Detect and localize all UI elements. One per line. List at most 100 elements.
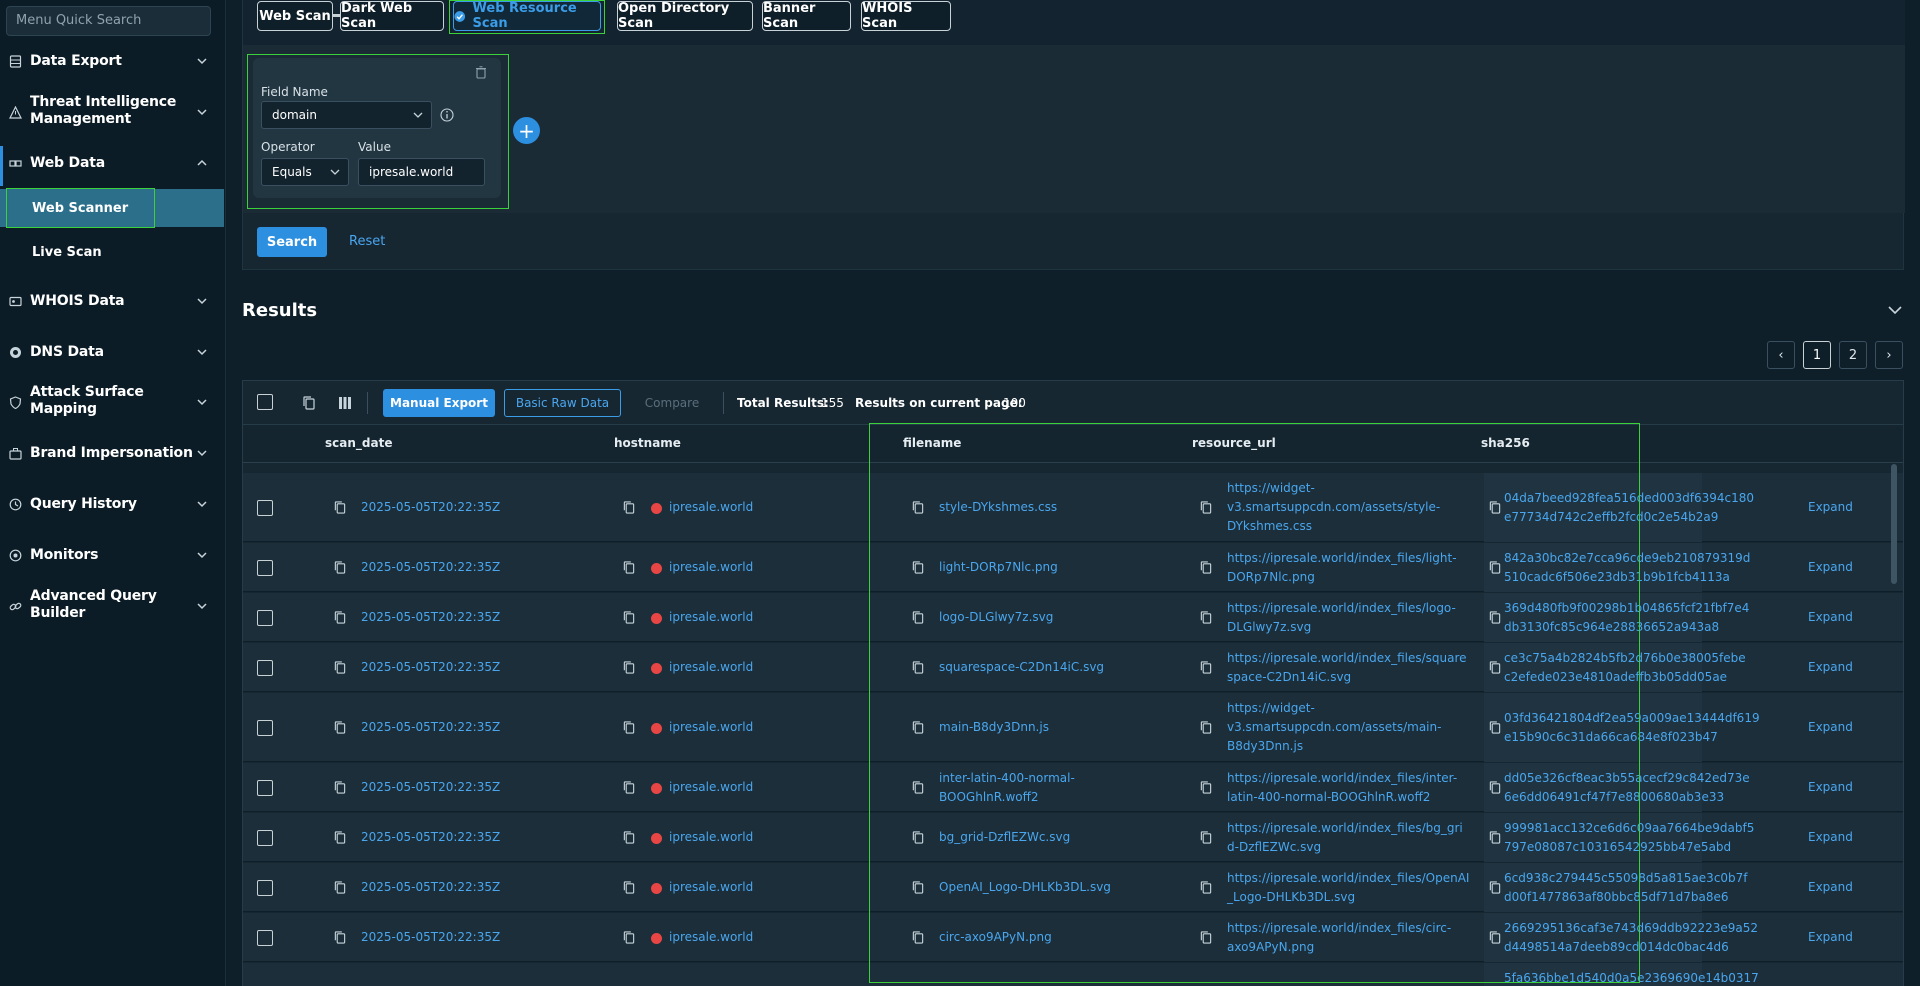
table-row[interactable]: 2025-05-05T20:22:35Z ipresale.world square… xyxy=(243,643,1903,692)
table-row[interactable]: 2025-05-05T20:22:35Z ipresale.world main-B… xyxy=(243,693,1903,762)
filename-link[interactable]: main-B8dy3Dnn.js xyxy=(939,718,1114,737)
copy-icon[interactable] xyxy=(334,500,346,514)
row-checkbox[interactable] xyxy=(257,659,273,676)
field-name-select[interactable]: domain xyxy=(261,101,432,129)
nav-query-history[interactable]: Query History xyxy=(0,493,224,515)
nav-web-data[interactable]: Web Data xyxy=(0,152,224,174)
operator-select[interactable]: Equals xyxy=(261,158,349,186)
resource-url-link[interactable]: https://ipresale.world/index_files/bg_gr… xyxy=(1227,819,1472,857)
collapse-chevron-icon[interactable] xyxy=(1887,304,1903,316)
copy-icon[interactable] xyxy=(623,880,635,894)
copy-icon[interactable] xyxy=(912,720,924,734)
resource-url-link[interactable]: https://widget-v3.smartsuppcdn.com/asset… xyxy=(1227,699,1472,756)
scan-date-link[interactable]: 2025-05-05T20:22:35Z xyxy=(361,718,500,737)
sha256-link[interactable]: 5fa636bbe1d540d0a5e2369690e14b0317 xyxy=(1504,969,1759,986)
copy-icon[interactable] xyxy=(334,880,346,894)
trash-icon[interactable] xyxy=(475,66,487,79)
row-checkbox[interactable] xyxy=(257,609,273,626)
hostname-link[interactable]: ipresale.world xyxy=(669,828,753,847)
row-checkbox[interactable] xyxy=(257,559,273,576)
value-input[interactable]: ipresale.world xyxy=(358,158,485,186)
scan-date-link[interactable]: 2025-05-05T20:22:35Z xyxy=(361,658,500,677)
copy-icon[interactable] xyxy=(623,930,635,944)
copy-icon[interactable] xyxy=(334,830,346,844)
hostname-link[interactable]: ipresale.world xyxy=(669,658,753,677)
expand-link[interactable]: Expand xyxy=(1808,828,1853,847)
copy-icon[interactable] xyxy=(1489,660,1501,674)
table-row[interactable]: 5fa636bbe1d540d0a5e2369690e14b0317 xyxy=(243,963,1903,986)
info-icon[interactable] xyxy=(440,108,454,122)
scan-date-link[interactable]: 2025-05-05T20:22:35Z xyxy=(361,928,500,947)
column-header-scan-date[interactable]: scan_date xyxy=(325,436,392,450)
sha256-link[interactable]: 369d480fb9f00298b1b04865fcf21fbf7e4 db313… xyxy=(1504,599,1749,637)
table-row[interactable]: 2025-05-05T20:22:35Z ipresale.world OpenAI… xyxy=(243,863,1903,912)
copy-icon[interactable] xyxy=(912,560,924,574)
copy-icon[interactable] xyxy=(623,660,635,674)
hostname-link[interactable]: ipresale.world xyxy=(669,558,753,577)
copy-icon[interactable] xyxy=(912,660,924,674)
hostname-link[interactable]: ipresale.world xyxy=(669,928,753,947)
scan-date-link[interactable]: 2025-05-05T20:22:35Z xyxy=(361,878,500,897)
copy-icon[interactable] xyxy=(1200,610,1212,624)
copy-icon[interactable] xyxy=(334,780,346,794)
expand-link[interactable]: Expand xyxy=(1808,878,1853,897)
nav-dns-data[interactable]: DNS Data xyxy=(0,341,224,363)
copy-icon[interactable] xyxy=(1200,560,1212,574)
copy-icon[interactable] xyxy=(912,830,924,844)
tab-banner-scan[interactable]: Banner Scan xyxy=(762,1,851,31)
expand-link[interactable]: Expand xyxy=(1808,498,1853,517)
copy-icon[interactable] xyxy=(912,880,924,894)
copy-icon[interactable] xyxy=(1489,560,1501,574)
column-header-filename[interactable]: filename xyxy=(903,436,961,450)
hostname-link[interactable]: ipresale.world xyxy=(669,718,753,737)
copy-icon[interactable] xyxy=(1489,720,1501,734)
filename-link[interactable]: inter-latin-400-normal- BOOGhlnR.woff2 xyxy=(939,769,1114,807)
columns-icon[interactable] xyxy=(338,396,352,410)
nav-advanced-query-builder[interactable]: Advanced Query Builder xyxy=(0,588,224,624)
copy-icon[interactable] xyxy=(1200,720,1212,734)
filename-link[interactable]: circ-axo9APyN.png xyxy=(939,928,1114,947)
row-checkbox[interactable] xyxy=(257,829,273,846)
resource-url-link[interactable]: https://ipresale.world/index_files/light… xyxy=(1227,549,1472,587)
copy-icon[interactable] xyxy=(1489,830,1501,844)
scan-date-link[interactable]: 2025-05-05T20:22:35Z xyxy=(361,558,500,577)
sha256-link[interactable]: 04da7beed928fea516ded003df6394c180 e77734… xyxy=(1504,489,1754,527)
copy-icon[interactable] xyxy=(623,720,635,734)
copy-icon[interactable] xyxy=(912,500,924,514)
copy-icon[interactable] xyxy=(912,930,924,944)
scan-date-link[interactable]: 2025-05-05T20:22:35Z xyxy=(361,778,500,797)
page-2-button[interactable]: 2 xyxy=(1839,341,1867,369)
column-header-sha256[interactable]: sha256 xyxy=(1481,436,1530,450)
resource-url-link[interactable]: https://ipresale.world/index_files/OpenA… xyxy=(1227,869,1472,907)
hostname-link[interactable]: ipresale.world xyxy=(669,878,753,897)
table-row[interactable]: 2025-05-05T20:22:35Z ipresale.world circ-a… xyxy=(243,913,1903,962)
reset-button[interactable]: Reset xyxy=(349,234,385,249)
prev-page-button[interactable]: ‹ xyxy=(1767,341,1795,369)
copy-icon[interactable] xyxy=(334,720,346,734)
filename-link[interactable]: OpenAI_Logo-DHLKb3DL.svg xyxy=(939,878,1114,897)
tab-whois-scan[interactable]: WHOIS Scan xyxy=(861,1,951,31)
expand-link[interactable]: Expand xyxy=(1808,718,1853,737)
expand-link[interactable]: Expand xyxy=(1808,778,1853,797)
tab-dark-web-scan[interactable]: Dark Web Scan xyxy=(340,1,444,31)
expand-link[interactable]: Expand xyxy=(1808,558,1853,577)
row-checkbox[interactable] xyxy=(257,719,273,736)
next-page-button[interactable]: › xyxy=(1875,341,1903,369)
copy-icon[interactable] xyxy=(912,780,924,794)
basic-raw-data-button[interactable]: Basic Raw Data xyxy=(504,389,621,417)
copy-icon[interactable] xyxy=(334,660,346,674)
tab-web-scan[interactable]: Web Scan xyxy=(257,1,333,31)
copy-icon[interactable] xyxy=(623,500,635,514)
sidebar-item-web-scanner[interactable]: Web Scanner xyxy=(0,189,224,227)
copy-icon[interactable] xyxy=(623,830,635,844)
search-button[interactable]: Search xyxy=(257,227,327,257)
resource-url-link[interactable]: https://ipresale.world/index_files/squar… xyxy=(1227,649,1472,687)
expand-link[interactable]: Expand xyxy=(1808,608,1853,627)
expand-link[interactable]: Expand xyxy=(1808,928,1853,947)
menu-search-input[interactable]: Menu Quick Search xyxy=(6,6,211,36)
sidebar-item-live-scan[interactable]: Live Scan xyxy=(0,233,224,271)
table-row[interactable]: 2025-05-05T20:22:35Z ipresale.world style-… xyxy=(243,473,1903,542)
filename-link[interactable]: bg_grid-DzflEZWc.svg xyxy=(939,828,1114,847)
hostname-link[interactable]: ipresale.world xyxy=(669,608,753,627)
row-checkbox[interactable] xyxy=(257,499,273,516)
